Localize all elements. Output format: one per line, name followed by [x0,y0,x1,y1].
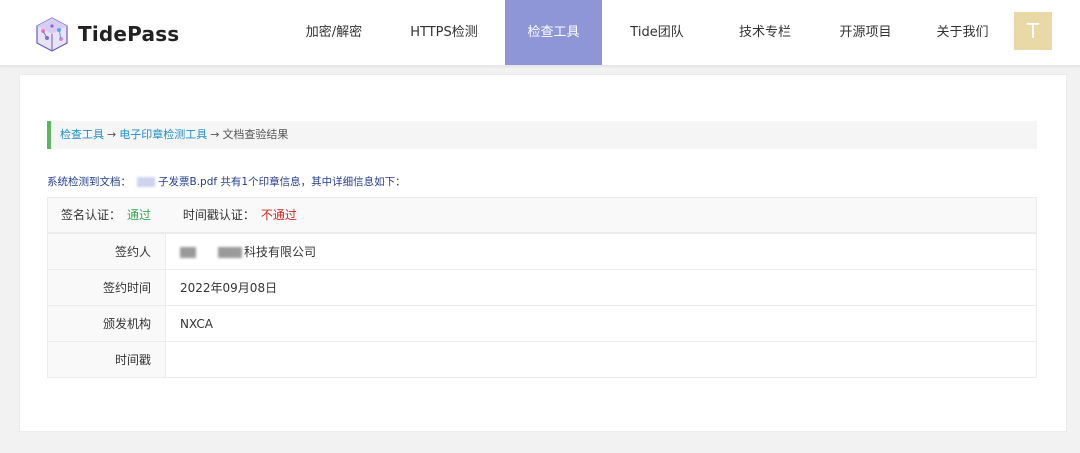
nav-item-https-check[interactable]: HTTPS检测 [383,0,505,65]
summary-prefix: 系统检测到文档： [47,176,131,188]
detection-summary: 系统检测到文档： 子发票B.pdf 共有1个印章信息，其中详细信息如下： [47,174,406,189]
detail-key-sign-time: 签约时间 [47,269,166,306]
nav-item-crypto[interactable]: 加密/解密 [285,0,383,65]
detail-value-timestamp [165,341,1037,378]
summary-suffix: 共有1个印章信息，其中详细信息如下： [217,176,406,188]
table-row: 时间戳 [47,341,1037,378]
main-nav: 加密/解密 HTTPS检测 检查工具 Tide团队 技术专栏 开源项目 关于我们 [285,0,1012,65]
table-row: 签约时间 2022年09月08日 [47,269,1037,306]
breadcrumb-link-seal-tool[interactable]: 电子印章检测工具 [119,128,207,141]
breadcrumb-separator: → [210,128,220,141]
user-avatar[interactable]: T [1014,12,1052,50]
timestamp-auth-label: 时间戳认证： [182,208,255,222]
result-card: 检查工具 → 电子印章检测工具 → 文档查验结果 系统检测到文档： 子发票B.pdf 共有… [19,74,1067,432]
seal-details-table: 签约人 科技有限公司 签约时间 2022年09月08日 颁发机构 NXCA 时间… [47,233,1037,378]
nav-item-tech-column[interactable]: 技术专栏 [712,0,818,65]
detail-key-signer: 签约人 [47,233,166,270]
timestamp-auth-status: 不通过 [260,208,297,222]
signature-auth-status: 通过 [127,208,152,222]
verification-status-row: 签名认证： 通过 时间戳认证： 不通过 [47,197,1037,233]
nav-item-about-us[interactable]: 关于我们 [913,0,1012,65]
detail-key-timestamp: 时间戳 [47,341,166,378]
table-row: 颁发机构 NXCA [47,305,1037,342]
detail-value-sign-time: 2022年09月08日 [165,269,1037,306]
brand-name: TidePass [78,22,180,46]
nav-item-tide-team[interactable]: Tide团队 [602,0,712,65]
nav-item-check-tools[interactable]: 检查工具 [505,0,602,65]
breadcrumb-current: 文档查验结果 [222,128,289,141]
top-navigation-bar: TidePass 加密/解密 HTTPS检测 检查工具 Tide团队 技术专栏 … [0,0,1080,66]
document-name: 子发票B.pdf [158,176,218,188]
detail-value-signer-cell: 科技有限公司 [165,233,1037,270]
table-row: 签约人 科技有限公司 [47,233,1037,270]
redacted-doc-prefix [137,177,155,187]
breadcrumb-link-check-tools[interactable]: 检查工具 [60,128,104,141]
signature-auth-label: 签名认证： [61,208,122,222]
brand[interactable]: TidePass [34,16,179,52]
breadcrumb-separator: → [107,128,117,141]
redacted-text [180,247,196,258]
detail-value-issuer: NXCA [165,305,1037,342]
detail-key-issuer: 颁发机构 [47,305,166,342]
tidepass-logo-icon [34,16,70,52]
breadcrumb: 检查工具 → 电子印章检测工具 → 文档查验结果 [47,121,1037,149]
nav-item-open-source[interactable]: 开源项目 [818,0,913,65]
detail-value-signer: 科技有限公司 [244,245,317,259]
redacted-text [218,247,242,258]
